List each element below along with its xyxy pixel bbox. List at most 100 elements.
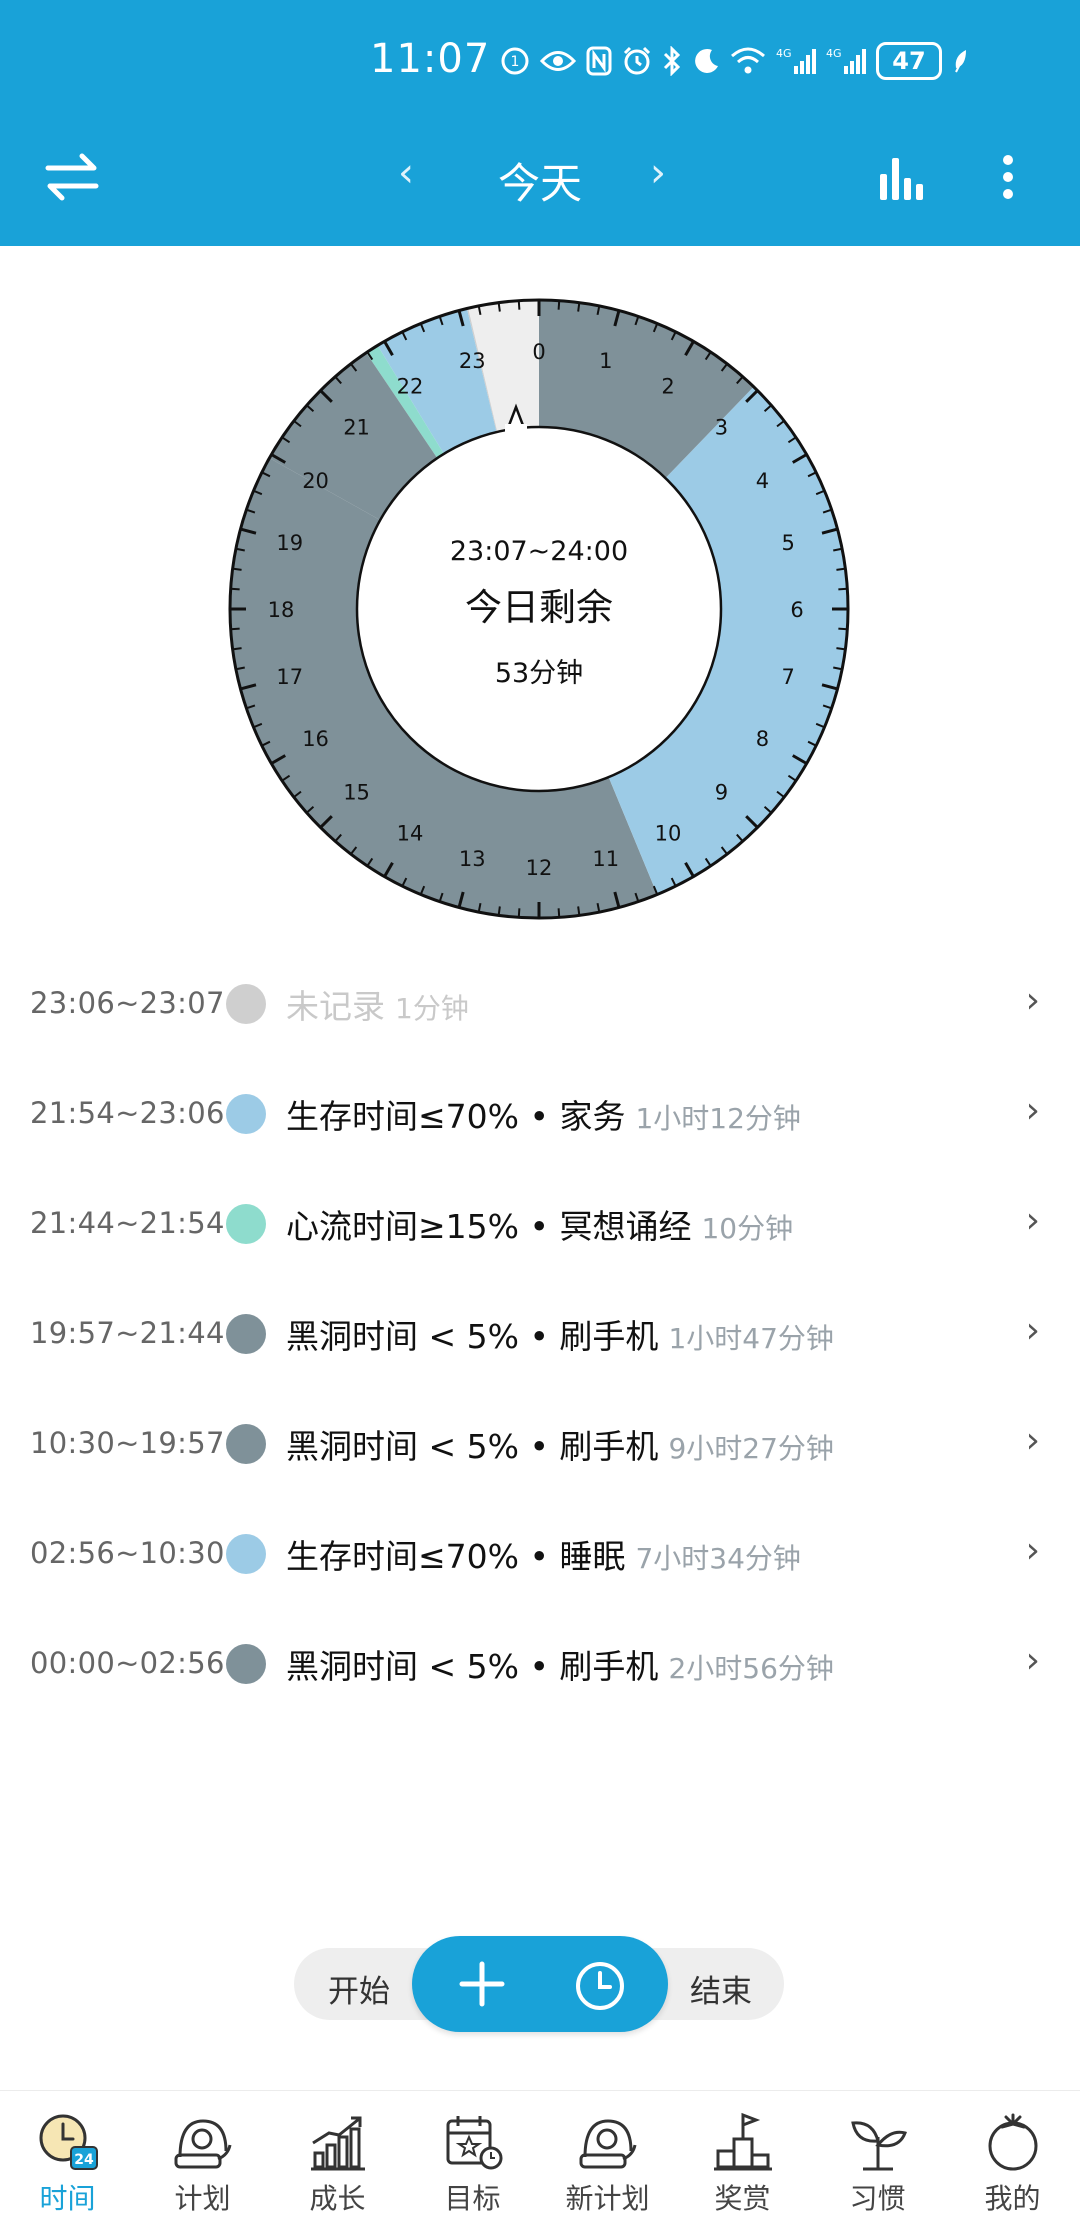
- clock-tick: [577, 906, 581, 916]
- status-time: 11:07: [370, 36, 491, 82]
- category-dot: [226, 1314, 266, 1354]
- clock-tick: [838, 587, 848, 591]
- category-dot: [226, 1644, 266, 1684]
- clock-tick: [230, 587, 240, 591]
- next-day-button[interactable]: ›: [650, 150, 666, 196]
- clock-tick: [836, 567, 846, 571]
- nfc-badge-icon: 1: [500, 46, 530, 76]
- clock-range: 23:07~24:00: [450, 536, 628, 567]
- clock-hour-label: 12: [526, 856, 553, 880]
- svg-text:4G: 4G: [826, 47, 842, 60]
- signal-4g-icon: 4G: [776, 46, 816, 76]
- clock-icon[interactable]: [572, 1958, 628, 2014]
- eye-icon: [540, 48, 576, 74]
- clock-hour-label: 16: [302, 727, 329, 751]
- record-row[interactable]: 21:54~23:06 生存时间≤70% • 家务 1小时12分钟 ›: [0, 1060, 1080, 1170]
- nav-item-habit[interactable]: 习惯: [810, 2091, 945, 2229]
- wifi-icon: [730, 46, 766, 76]
- nav-item-reward[interactable]: 奖赏: [675, 2091, 810, 2229]
- nav-label: 奖赏: [714, 2182, 771, 2215]
- swap-icon[interactable]: [44, 152, 100, 202]
- clock-hour-label: 13: [459, 847, 486, 871]
- nav-label: 习惯: [849, 2182, 906, 2215]
- clock-24-icon: 24: [39, 2114, 98, 2170]
- chevron-right-icon: ›: [1025, 1200, 1040, 1241]
- record-duration: 9小时27分钟: [668, 1432, 834, 1465]
- prev-day-button[interactable]: ‹: [398, 150, 414, 196]
- record-time: 00:00~02:56: [30, 1646, 225, 1680]
- clock-hour-label: 10: [655, 821, 682, 845]
- sprout-icon: [850, 2121, 907, 2171]
- svg-text:24: 24: [74, 2152, 94, 2168]
- page-title: 今天: [497, 159, 582, 208]
- clock-tick: [497, 906, 501, 916]
- bottom-nav: 24 时间 计划 成长 目标 新计划 奖赏 习惯 我的: [0, 2090, 1080, 2229]
- record-name: 生存时间≤70% • 家务 1小时12分钟: [286, 1097, 801, 1136]
- nav-label: 成长: [309, 2182, 366, 2215]
- clock-tick: [232, 567, 242, 571]
- clock-remaining: 53分钟: [495, 658, 583, 689]
- category-dot: [226, 1204, 266, 1244]
- clock-tick: [577, 302, 581, 312]
- record-row[interactable]: 02:56~10:30 生存时间≤70% • 睡眠 7小时34分钟 ›: [0, 1500, 1080, 1610]
- record-name: 黑洞时间 < 5% • 刷手机 1小时47分钟: [286, 1317, 834, 1356]
- clock-tick: [517, 908, 521, 918]
- moon-icon: [692, 47, 720, 75]
- svg-text:4G: 4G: [776, 47, 792, 60]
- chevron-right-icon: ›: [1025, 1530, 1040, 1571]
- clock-hour-label: 6: [790, 598, 803, 622]
- chevron-right-icon: ›: [1025, 980, 1040, 1021]
- target-calendar-icon: [446, 2116, 502, 2170]
- record-row[interactable]: 00:00~02:56 黑洞时间 < 5% • 刷手机 2小时56分钟 ›: [0, 1610, 1080, 1720]
- category-dot: [226, 1094, 266, 1134]
- nav-item-me[interactable]: 我的: [945, 2091, 1080, 2229]
- record-row[interactable]: 19:57~21:44 黑洞时间 < 5% • 刷手机 1小时47分钟 ›: [0, 1280, 1080, 1390]
- battery-indicator: 47: [876, 42, 942, 80]
- category-dot: [226, 984, 266, 1024]
- more-vertical-icon[interactable]: [996, 150, 1020, 204]
- chevron-right-icon: ›: [1025, 1090, 1040, 1131]
- clock-tick: [517, 300, 521, 310]
- status-icons: 1 4G 4G 47: [500, 38, 970, 84]
- record-name: 心流时间≥15% • 冥想诵经 10分钟: [286, 1207, 794, 1246]
- signal-4g-icon: 4G: [826, 46, 866, 76]
- record-row[interactable]: 10:30~19:57 黑洞时间 < 5% • 刷手机 9小时27分钟 ›: [0, 1390, 1080, 1500]
- nfc-icon: [586, 46, 612, 76]
- record-name: 黑洞时间 < 5% • 刷手机 2小时56分钟: [286, 1647, 834, 1686]
- start-button[interactable]: 开始: [328, 1966, 390, 2011]
- nav-item-target[interactable]: 目标: [405, 2091, 540, 2229]
- clock-hour-label: 22: [397, 375, 424, 399]
- clock-hour-label: 11: [592, 847, 619, 871]
- alarm-icon: [622, 46, 652, 76]
- record-duration: 1分钟: [395, 992, 469, 1025]
- nav-item-new-plan[interactable]: 新计划: [540, 2091, 675, 2229]
- bar-chart-icon[interactable]: [876, 150, 926, 204]
- record-time: 23:06~23:07: [30, 986, 225, 1020]
- new-plan-icon: [579, 2119, 636, 2169]
- record-time: 10:30~19:57: [30, 1426, 225, 1460]
- nav-item-growth[interactable]: 成长: [270, 2091, 405, 2229]
- nav-item-plan[interactable]: 计划: [135, 2091, 270, 2229]
- record-row[interactable]: 23:06~23:07 未记录 1分钟 ›: [0, 950, 1080, 1060]
- clock-tick: [230, 627, 240, 631]
- clock-hour-label: 1: [599, 349, 612, 373]
- record-name: 黑洞时间 < 5% • 刷手机 9小时27分钟: [286, 1427, 834, 1466]
- clock-hour-label: 0: [532, 340, 545, 364]
- bluetooth-icon: [662, 46, 682, 76]
- clock-hour-label: 8: [756, 727, 769, 751]
- record-name: 未记录 1分钟: [286, 987, 469, 1026]
- clock-hour-label: 18: [268, 598, 295, 622]
- clock-hour-label: 14: [397, 821, 424, 845]
- record-duration: 7小时34分钟: [635, 1542, 801, 1575]
- end-button[interactable]: 结束: [690, 1966, 752, 2011]
- app-header: 11:07 1 4G 4G 47 ‹ 今天 ›: [0, 0, 1080, 246]
- day-clock-dial[interactable]: 0 1234567891011121314151617181920212223 2…: [0, 246, 1080, 946]
- record-duration: 10分钟: [701, 1212, 794, 1245]
- nav-label: 新计划: [565, 2182, 650, 2215]
- nav-item-time[interactable]: 24 时间: [0, 2091, 135, 2229]
- plus-icon[interactable]: [448, 1950, 516, 2018]
- record-row[interactable]: 21:44~21:54 心流时间≥15% • 冥想诵经 10分钟 ›: [0, 1170, 1080, 1280]
- chevron-right-icon: ›: [1025, 1420, 1040, 1461]
- record-list: 23:06~23:07 未记录 1分钟 › 21:54~23:06 生存时间≤70…: [0, 950, 1080, 1720]
- podium-icon: [713, 2112, 772, 2171]
